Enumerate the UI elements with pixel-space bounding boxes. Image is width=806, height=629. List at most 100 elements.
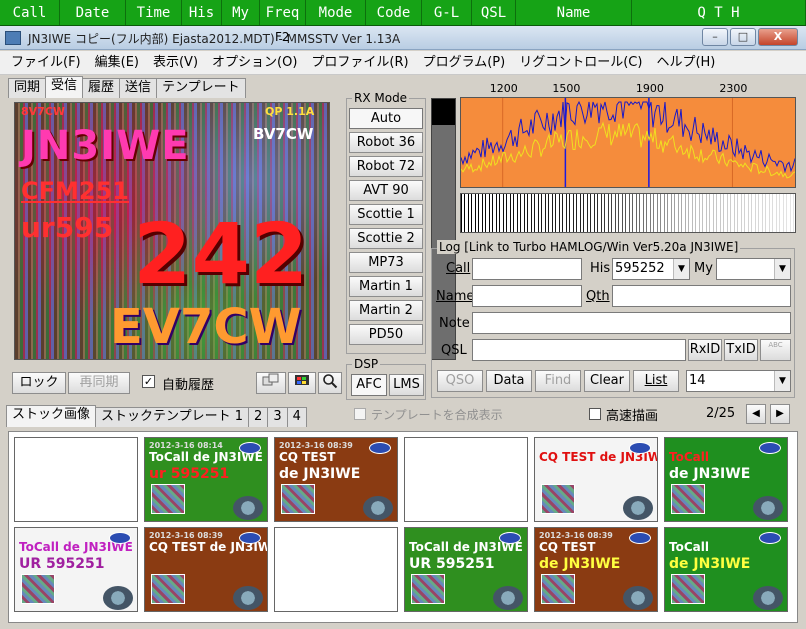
copy-image-button[interactable] — [256, 372, 286, 394]
stock-thumbnail-4[interactable]: CQ TEST de JN3IWE — [534, 437, 658, 522]
chevron-down-icon[interactable]: ▼ — [774, 371, 790, 391]
name-field[interactable] — [472, 285, 582, 307]
operator-photo — [151, 484, 185, 514]
menu-item-1[interactable]: 編集(E) — [88, 51, 146, 74]
palette-icon — [295, 375, 309, 385]
stock-thumbnail-7[interactable]: 2012-3-16 08:39 CQ TEST de JN3IWE — [144, 527, 268, 612]
lock-button[interactable]: ロック — [12, 372, 66, 394]
auto-history-checkbox[interactable]: ✓ — [142, 375, 155, 388]
rx-mode-button-8[interactable]: Martin 2 — [349, 300, 423, 321]
header-column-10[interactable]: Name — [516, 0, 632, 25]
stock-thumbnail-2[interactable]: 2012-3-16 08:39 CQ TEST de JN3IWE — [274, 437, 398, 522]
rx-mode-button-1[interactable]: Robot 36 — [349, 132, 423, 153]
header-column-8[interactable]: G-L — [422, 0, 472, 25]
palette-button[interactable] — [288, 372, 316, 394]
header-column-6[interactable]: Mode — [306, 0, 366, 25]
tab-stock-2[interactable]: 2 — [248, 407, 269, 427]
stock-thumbnail-0[interactable] — [14, 437, 138, 522]
menu-item-7[interactable]: ヘルプ(H) — [649, 51, 722, 74]
rx-mode-button-9[interactable]: PD50 — [349, 324, 423, 345]
menu-item-5[interactable]: プログラム(P) — [416, 51, 513, 74]
stock-thumbnail-3[interactable] — [404, 437, 528, 522]
jasta-logo-icon — [239, 442, 261, 454]
qsl-field[interactable] — [472, 339, 686, 361]
data-button[interactable]: Data — [486, 370, 532, 392]
header-column-0[interactable]: Call — [0, 0, 60, 25]
rx-mode-button-5[interactable]: Scottie 2 — [349, 228, 423, 249]
menu-item-2[interactable]: 表示(V) — [146, 51, 205, 74]
stock-thumbnail-11[interactable]: ToCall de JN3IWE — [664, 527, 788, 612]
menu-item-4[interactable]: プロファイル(R) — [304, 51, 415, 74]
header-column-3[interactable]: His — [182, 0, 222, 25]
maximize-button[interactable]: □ — [730, 28, 756, 46]
clear-button[interactable]: Clear — [584, 370, 630, 392]
header-column-7[interactable]: Code — [366, 0, 422, 25]
tab-stock-0[interactable]: ストック画像 — [6, 405, 97, 427]
pc-image-icon — [753, 586, 783, 610]
zoom-button[interactable] — [318, 372, 342, 394]
prev-page-button[interactable]: ◀ — [746, 404, 766, 424]
image-line-6: ur595 — [21, 211, 114, 244]
stock-thumbnail-6[interactable]: ToCall de JN3IWE UR 595251 — [14, 527, 138, 612]
stock-thumbnail-10[interactable]: 2012-3-16 08:39 CQ TEST de JN3IWE — [534, 527, 658, 612]
band-select[interactable]: 14 ▼ — [686, 370, 791, 392]
spectrum-display[interactable] — [460, 97, 796, 188]
qso-button[interactable]: QSO — [437, 370, 483, 392]
tab-main-2[interactable]: 履歴 — [82, 78, 121, 98]
tab-main-3[interactable]: 送信 — [119, 78, 158, 98]
tab-stock-3[interactable]: 3 — [267, 407, 288, 427]
spectrum-trace-blue — [461, 100, 795, 174]
waterfall-display[interactable] — [460, 193, 796, 233]
header-column-2[interactable]: Time — [126, 0, 182, 25]
jasta-logo-icon — [499, 532, 521, 544]
frequency-scale: 1200 1500 1900 2300 — [460, 80, 796, 98]
rx-mode-button-3[interactable]: AVT 90 — [349, 180, 423, 201]
minimize-button[interactable]: – — [702, 28, 728, 46]
list-button[interactable]: List — [633, 370, 679, 392]
lms-button[interactable]: LMS — [389, 374, 424, 396]
app-icon — [5, 31, 21, 45]
qth-field[interactable] — [612, 285, 791, 307]
tab-stock-1[interactable]: ストックテンプレート 1 — [95, 407, 250, 427]
chevron-down-icon[interactable]: ▼ — [774, 259, 790, 279]
call-field[interactable] — [472, 258, 582, 280]
stock-thumbnail-8[interactable] — [274, 527, 398, 612]
stock-thumbnail-5[interactable]: ToCall de JN3IWE — [664, 437, 788, 522]
menu-item-3[interactable]: オプション(O) — [205, 51, 304, 74]
note-field[interactable] — [472, 312, 791, 334]
fast-draw-checkbox[interactable] — [589, 408, 601, 420]
stock-thumbnail-9[interactable]: ToCall de JN3IWE UR 595251 — [404, 527, 528, 612]
template-compose-checkbox[interactable] — [354, 408, 366, 420]
header-column-9[interactable]: QSL — [472, 0, 516, 25]
header-column-5[interactable]: Freq — [260, 0, 306, 25]
rx-mode-button-0[interactable]: Auto — [349, 108, 423, 129]
rx-mode-button-2[interactable]: Robot 72 — [349, 156, 423, 177]
his-field[interactable]: 595252 ▼ — [612, 258, 690, 280]
menu-item-6[interactable]: リグコントロール(C) — [512, 51, 649, 74]
resync-button[interactable]: 再同期 — [68, 372, 130, 394]
thumbnail-line-2: UR 595251 — [409, 556, 495, 572]
find-button[interactable]: Find — [535, 370, 581, 392]
rxid-button[interactable]: RxID — [688, 339, 722, 361]
tab-main-4[interactable]: テンプレート — [156, 78, 246, 98]
rx-mode-button-6[interactable]: MP73 — [349, 252, 423, 273]
header-column-4[interactable]: My — [222, 0, 260, 25]
tab-stock-4[interactable]: 4 — [286, 407, 307, 427]
menu-item-0[interactable]: ファイル(F) — [4, 51, 88, 74]
tab-main-1[interactable]: 受信 — [45, 76, 84, 98]
next-page-button[interactable]: ▶ — [770, 404, 790, 424]
afc-button[interactable]: AFC — [351, 374, 387, 396]
chevron-down-icon[interactable]: ▼ — [673, 259, 689, 279]
jasta-logo-icon — [239, 532, 261, 544]
header-column-11[interactable]: Q T H — [632, 0, 806, 25]
txid-button[interactable]: TxID — [724, 339, 758, 361]
stock-thumbnail-1[interactable]: 2012-3-16 08:14 ToCall de JN3IWE ur 595251 — [144, 437, 268, 522]
tab-main-0[interactable]: 同期 — [8, 78, 47, 98]
rx-mode-button-7[interactable]: Martin 1 — [349, 276, 423, 297]
close-button[interactable]: X — [758, 28, 798, 46]
received-sstv-image[interactable]: 8V7CW QP 1.1A JN3IWE BV7CW CFM251 ur595 … — [14, 102, 330, 360]
abc-button[interactable]: ABC — [760, 339, 791, 361]
header-column-1[interactable]: Date — [60, 0, 126, 25]
rx-mode-button-4[interactable]: Scottie 1 — [349, 204, 423, 225]
my-field[interactable]: ▼ — [716, 258, 791, 280]
